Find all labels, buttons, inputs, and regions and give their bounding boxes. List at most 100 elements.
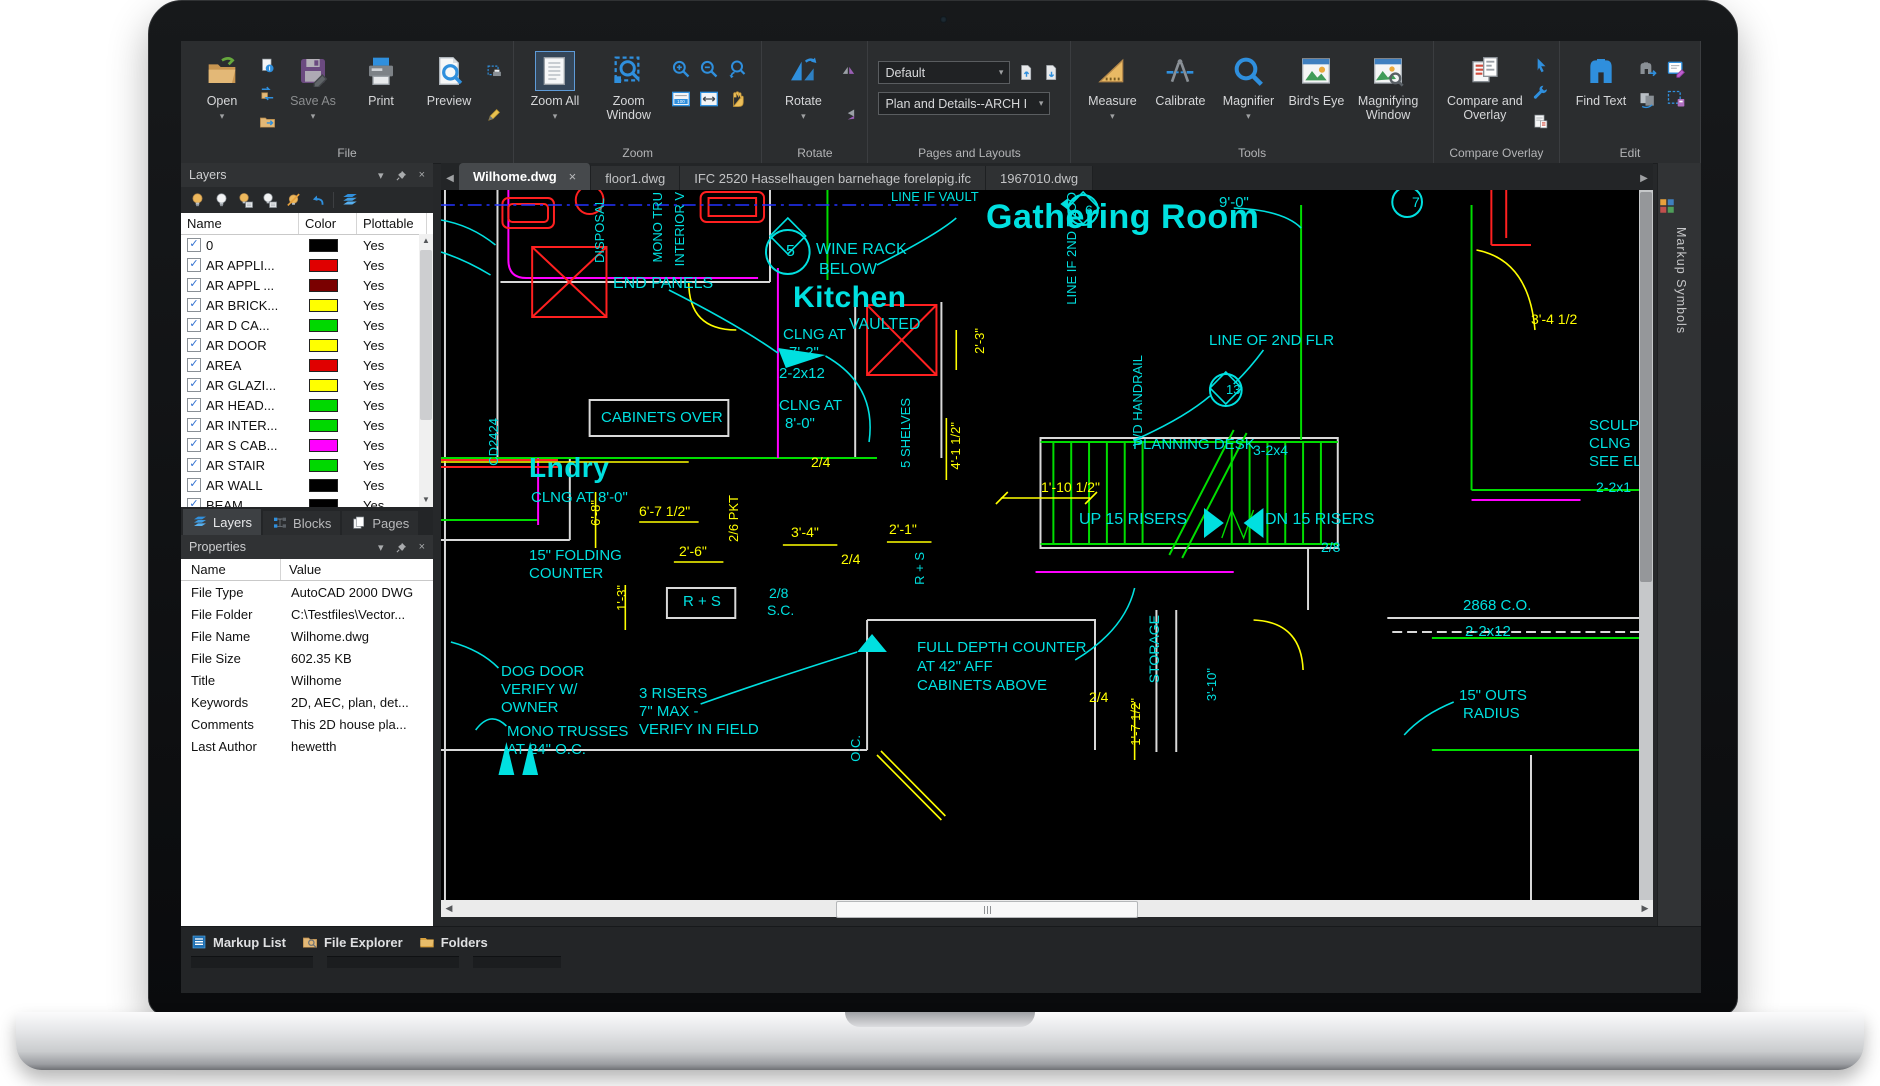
canvas-hscrollbar[interactable]: ◀ ▶ <box>441 900 1653 917</box>
canvas-vscrollbar[interactable] <box>1639 190 1653 900</box>
property-row[interactable]: File TypeAutoCAD 2000 DWG <box>181 581 433 603</box>
compare-and-overlay-button[interactable]: Compare and Overlay <box>1444 49 1526 125</box>
property-row[interactable]: CommentsThis 2D house pla... <box>181 713 433 735</box>
birds-eye-icon[interactable] <box>1300 55 1332 87</box>
layer-visibility-checkbox[interactable]: ✓ <box>187 398 201 412</box>
dock-tab-markup-list[interactable]: Markup List <box>191 934 286 950</box>
find-next-icon[interactable] <box>1638 59 1658 79</box>
find-text-button[interactable]: Find Text <box>1570 49 1632 110</box>
layer-visibility-checkbox[interactable]: ✓ <box>187 438 201 452</box>
property-row[interactable]: File FolderC:\Testfiles\Vector... <box>181 603 433 625</box>
layer-visibility-checkbox[interactable]: ✓ <box>187 358 201 372</box>
zoom-window-icon[interactable] <box>613 55 645 87</box>
layer-visibility-checkbox[interactable]: ✓ <box>187 498 201 507</box>
layer-row[interactable]: ✓0Yes <box>181 235 433 255</box>
open-folder-icon[interactable] <box>206 55 238 87</box>
fit-width-icon[interactable] <box>699 89 719 109</box>
calibrate-icon[interactable] <box>1164 55 1196 87</box>
select-markup-icon[interactable] <box>1666 89 1686 109</box>
scroll-right-icon[interactable]: ▶ <box>1637 903 1653 914</box>
scroll-thumb[interactable] <box>420 250 432 420</box>
close-icon[interactable]: × <box>569 169 577 184</box>
zoom-100-icon[interactable]: 100 <box>671 89 691 109</box>
pointer-icon[interactable] <box>1532 57 1549 74</box>
collapsed-panel-bar[interactable] <box>327 956 459 968</box>
wrench-icon[interactable] <box>1532 85 1549 102</box>
layer-row[interactable]: ✓AR HEAD...Yes <box>181 395 433 415</box>
collapsed-panel-bar[interactable] <box>191 956 313 968</box>
column-header[interactable]: Value <box>281 559 321 580</box>
layer-visibility-checkbox[interactable]: ✓ <box>187 318 201 332</box>
column-header[interactable]: Color <box>299 213 357 234</box>
layer-row[interactable]: ✓AR INTER...Yes <box>181 415 433 435</box>
dropdown-plan-and-details-arch-i[interactable]: Plan and Details--ARCH I▾ <box>878 92 1050 115</box>
find-text-icon[interactable] <box>1585 55 1617 87</box>
compare-doc-icon[interactable] <box>1532 113 1549 130</box>
layer-visibility-checkbox[interactable]: ✓ <box>187 278 201 292</box>
open-add-icon[interactable] <box>259 113 276 130</box>
preview-button[interactable]: Preview <box>418 49 480 110</box>
bulb-off-box-icon[interactable] <box>261 192 278 209</box>
markup-symbols-strip[interactable]: Markup Symbols <box>1657 163 1701 926</box>
layer-visibility-checkbox[interactable]: ✓ <box>187 338 201 352</box>
dock-tab-folders[interactable]: Folders <box>419 934 488 950</box>
compare-overlay-icon[interactable] <box>1469 55 1501 87</box>
file-explorer-icon[interactable] <box>302 934 318 950</box>
pin-icon[interactable] <box>396 542 407 553</box>
zoom-out-icon[interactable] <box>699 59 719 79</box>
save-as-button[interactable]: Save As▾ <box>282 49 344 124</box>
layer-color-swatch[interactable] <box>309 459 338 472</box>
zoom-window-button[interactable]: Zoom Window <box>592 49 665 125</box>
layer-row[interactable]: ✓BEAMYes <box>181 495 433 507</box>
scroll-left-icon[interactable]: ◀ <box>441 903 457 914</box>
pages-icon[interactable] <box>351 515 367 531</box>
layer-visibility-checkbox[interactable]: ✓ <box>187 378 201 392</box>
undo-icon[interactable] <box>309 192 326 209</box>
scroll-down-icon[interactable]: ▼ <box>419 493 433 507</box>
layer-row[interactable]: ✓AR D CA...Yes <box>181 315 433 335</box>
layer-row[interactable]: ✓AR S CAB...Yes <box>181 435 433 455</box>
layer-row[interactable]: ✓AR APPL ...Yes <box>181 275 433 295</box>
column-header[interactable]: Plottable <box>357 213 427 234</box>
document-tab[interactable]: Wilhome.dwg× <box>459 163 591 190</box>
page-up-icon[interactable] <box>1018 64 1035 81</box>
tab-scroll-left-icon[interactable]: ◀ <box>441 166 459 190</box>
scroll-thumb[interactable] <box>836 901 1138 918</box>
replace-docs-icon[interactable] <box>1638 89 1658 109</box>
document-tab[interactable]: IFC 2520 Hasselhaugen barnehage foreløpi… <box>680 166 986 190</box>
layer-color-swatch[interactable] <box>309 239 338 252</box>
property-row[interactable]: Keywords2D, AEC, plan, det... <box>181 691 433 713</box>
layer-color-swatch[interactable] <box>309 259 338 272</box>
layer-color-swatch[interactable] <box>309 279 338 292</box>
layer-color-swatch[interactable] <box>309 379 338 392</box>
bulb-toggle-icon[interactable] <box>285 192 302 209</box>
bulb-off-icon[interactable] <box>213 192 230 209</box>
layers-stack-icon[interactable] <box>341 191 359 209</box>
scroll-thumb[interactable] <box>1640 192 1652 582</box>
zoom-in-icon[interactable] <box>671 59 691 79</box>
layer-visibility-checkbox[interactable]: ✓ <box>187 258 201 272</box>
dropdown-default[interactable]: Default▾ <box>878 61 1010 84</box>
property-row[interactable]: File Size602.35 KB <box>181 647 433 669</box>
layer-visibility-checkbox[interactable]: ✓ <box>187 298 201 312</box>
folders-icon[interactable] <box>419 934 435 950</box>
property-row[interactable]: TitleWilhome <box>181 669 433 691</box>
open-button[interactable]: Open▾ <box>191 49 253 124</box>
tab-scroll-right-icon[interactable]: ▶ <box>1635 166 1653 190</box>
layer-row[interactable]: ✓AR DOORYes <box>181 335 433 355</box>
layer-color-swatch[interactable] <box>309 479 338 492</box>
switch-docs-icon[interactable] <box>259 85 276 102</box>
dock-tab-file-explorer[interactable]: File Explorer <box>302 934 403 950</box>
measure-icon[interactable] <box>1096 55 1128 87</box>
magnifier-button[interactable]: Magnifier▾ <box>1217 49 1279 124</box>
layer-color-swatch[interactable] <box>309 439 338 452</box>
print-icon[interactable] <box>365 55 397 87</box>
zoom-all-button[interactable]: Zoom All▾ <box>524 49 586 124</box>
layer-row[interactable]: ✓AREAYes <box>181 355 433 375</box>
layer-color-swatch[interactable] <box>309 399 338 412</box>
markup-pen-icon[interactable] <box>486 106 503 123</box>
preview-icon[interactable] <box>433 55 465 87</box>
zoom-previous-icon[interactable] <box>727 59 747 79</box>
page-down-icon[interactable] <box>1043 64 1060 81</box>
chevron-down-icon[interactable]: ▾ <box>378 169 384 182</box>
